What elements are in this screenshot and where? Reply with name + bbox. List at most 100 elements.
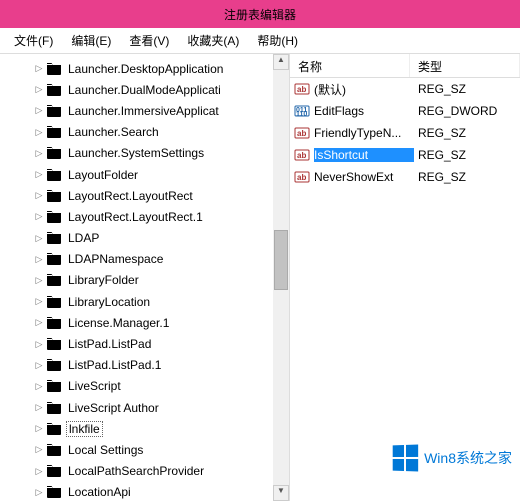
value-rows: ab(默认)REG_SZ011110EditFlagsREG_DWORDab Fr…	[290, 78, 520, 188]
tree-item[interactable]: ▷ LibraryFolder	[0, 270, 289, 291]
disclosure-triangle-icon[interactable]: ▷	[34, 487, 44, 498]
disclosure-triangle-icon[interactable]: ▷	[34, 444, 44, 455]
disclosure-triangle-icon[interactable]: ▷	[34, 381, 44, 392]
reg-string-icon: ab	[294, 147, 310, 163]
disclosure-triangle-icon[interactable]: ▷	[34, 275, 44, 286]
disclosure-triangle-icon[interactable]: ▷	[34, 190, 44, 201]
tree-item-label: Launcher.Search	[66, 125, 161, 139]
content-area: ▷ Launcher.DesktopApplication ▷Launcher.Du…	[0, 54, 520, 501]
disclosure-triangle-icon[interactable]: ▷	[34, 105, 44, 116]
reg-string-icon: ab	[294, 169, 310, 185]
folder-icon	[46, 464, 62, 478]
disclosure-triangle-icon[interactable]: ▷	[34, 317, 44, 328]
tree-item[interactable]: ▷License.Manager.1	[0, 312, 289, 333]
tree-item[interactable]: ▷LocationApi	[0, 482, 289, 501]
tree-pane: ▷ Launcher.DesktopApplication ▷Launcher.Du…	[0, 54, 290, 501]
tree-item[interactable]: ▷ LDAP	[0, 228, 289, 249]
scroll-track[interactable]	[273, 70, 289, 485]
tree-item[interactable]: ▷Launcher.ImmersiveApplicat	[0, 100, 289, 121]
tree-item[interactable]: ▷ Launcher.DesktopApplication	[0, 58, 289, 79]
column-header-type[interactable]: 类型	[410, 54, 520, 77]
disclosure-triangle-icon[interactable]: ▷	[34, 84, 44, 95]
menu-view[interactable]: 查看(V)	[121, 28, 177, 53]
svg-text:ab: ab	[297, 151, 306, 160]
tree-item[interactable]: ▷ Launcher.Search	[0, 122, 289, 143]
tree-item-label: LibraryLocation	[66, 295, 152, 309]
folder-icon	[46, 337, 62, 351]
tree-item-label: Launcher.SystemSettings	[66, 146, 206, 160]
folder-icon	[46, 231, 62, 245]
disclosure-triangle-icon[interactable]: ▷	[34, 402, 44, 413]
tree-item[interactable]: ▷LDAPNamespace	[0, 249, 289, 270]
tree-item[interactable]: ▷ ListPad.ListPad.1	[0, 355, 289, 376]
watermark: Win8系统之家	[392, 445, 512, 471]
disclosure-triangle-icon[interactable]: ▷	[34, 233, 44, 244]
disclosure-triangle-icon[interactable]: ▷	[34, 466, 44, 477]
value-row[interactable]: ab(默认)REG_SZ	[290, 78, 520, 100]
tree-item[interactable]: ▷ LocalPathSearchProvider	[0, 461, 289, 482]
tree-item[interactable]: ▷ Local Settings	[0, 439, 289, 460]
disclosure-triangle-icon[interactable]: ▷	[34, 254, 44, 265]
value-type: REG_SZ	[414, 148, 520, 162]
tree-item[interactable]: ▷LayoutRect.LayoutRect	[0, 185, 289, 206]
tree-item-label: Launcher.DesktopApplication	[66, 62, 225, 76]
menu-file[interactable]: 文件(F)	[6, 28, 61, 53]
column-header-name[interactable]: 名称	[290, 54, 410, 77]
value-type: REG_SZ	[414, 170, 520, 184]
disclosure-triangle-icon[interactable]: ▷	[34, 127, 44, 138]
value-type: REG_SZ	[414, 126, 520, 140]
tree-item[interactable]: ▷ LiveScript Author	[0, 397, 289, 418]
tree-item-label: ListPad.ListPad.1	[66, 358, 163, 372]
tree-item[interactable]: ▷ Launcher.SystemSettings	[0, 143, 289, 164]
tree-item[interactable]: ▷LayoutRect.LayoutRect.1	[0, 206, 289, 227]
tree-item[interactable]: ▷LiveScript	[0, 376, 289, 397]
tree-item[interactable]: ▷ LibraryLocation	[0, 291, 289, 312]
disclosure-triangle-icon[interactable]: ▷	[34, 169, 44, 180]
tree-item-label: Local Settings	[66, 443, 145, 457]
disclosure-triangle-icon[interactable]: ▷	[34, 296, 44, 307]
menu-favorites[interactable]: 收藏夹(A)	[179, 28, 247, 53]
tree-item-label: LibraryFolder	[66, 273, 141, 287]
folder-icon	[46, 125, 62, 139]
tree-item[interactable]: ▷Launcher.DualModeApplicati	[0, 79, 289, 100]
menu-edit[interactable]: 编辑(E)	[63, 28, 119, 53]
folder-icon	[46, 401, 62, 415]
value-row[interactable]: ab FriendlyTypeN...REG_SZ	[290, 122, 520, 144]
value-name: NeverShowExt	[314, 170, 414, 184]
disclosure-triangle-icon[interactable]: ▷	[34, 423, 44, 434]
folder-icon	[46, 104, 62, 118]
value-type: REG_SZ	[414, 82, 520, 96]
title-bar: 注册表编辑器	[0, 0, 520, 28]
window-title: 注册表编辑器	[224, 6, 296, 23]
folder-icon	[46, 273, 62, 287]
disclosure-triangle-icon[interactable]: ▷	[34, 339, 44, 350]
menu-help[interactable]: 帮助(H)	[249, 28, 306, 53]
tree-item-label: LiveScript Author	[66, 401, 161, 415]
disclosure-triangle-icon[interactable]: ▷	[34, 211, 44, 222]
scroll-thumb[interactable]	[274, 230, 288, 290]
disclosure-triangle-icon[interactable]: ▷	[34, 63, 44, 74]
tree-item[interactable]: ▷ListPad.ListPad	[0, 333, 289, 354]
value-row[interactable]: abIsShortcutREG_SZ	[290, 144, 520, 166]
value-row[interactable]: ab NeverShowExtREG_SZ	[290, 166, 520, 188]
value-name: EditFlags	[314, 104, 414, 118]
reg-string-icon: ab	[294, 125, 310, 141]
folder-icon	[46, 62, 62, 76]
value-name: FriendlyTypeN...	[314, 126, 414, 140]
value-row[interactable]: 011110EditFlagsREG_DWORD	[290, 100, 520, 122]
tree-item-label: LocalPathSearchProvider	[66, 464, 206, 478]
scroll-up-button[interactable]: ▲	[273, 54, 289, 70]
tree-item[interactable]: ▷lnkfile	[0, 418, 289, 439]
menu-bar: 文件(F) 编辑(E) 查看(V) 收藏夹(A) 帮助(H)	[0, 28, 520, 54]
scroll-down-button[interactable]: ▼	[273, 485, 289, 501]
tree-item-label: LDAP	[66, 231, 101, 245]
tree-list[interactable]: ▷ Launcher.DesktopApplication ▷Launcher.Du…	[0, 54, 289, 501]
disclosure-triangle-icon[interactable]: ▷	[34, 360, 44, 371]
folder-icon	[46, 83, 62, 97]
values-pane: 名称 类型 ab(默认)REG_SZ011110EditFlagsREG_DWO…	[290, 54, 520, 501]
column-headers: 名称 类型	[290, 54, 520, 78]
disclosure-triangle-icon[interactable]: ▷	[34, 148, 44, 159]
folder-icon	[46, 252, 62, 266]
tree-item[interactable]: ▷LayoutFolder	[0, 164, 289, 185]
scrollbar[interactable]: ▲ ▼	[273, 54, 289, 501]
